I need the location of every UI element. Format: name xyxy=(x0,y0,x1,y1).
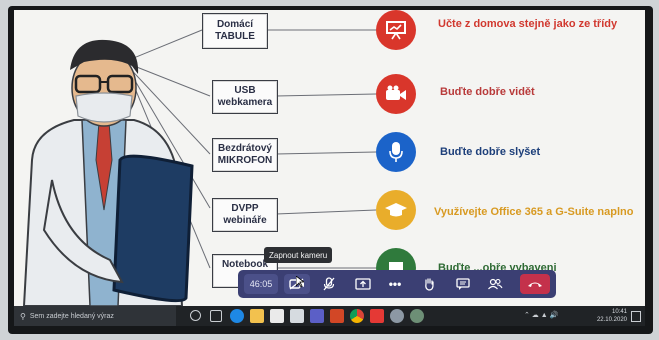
participants-icon[interactable] xyxy=(482,274,508,294)
meeting-toolbar: 46:05 ••• xyxy=(238,270,556,298)
powerpoint-icon[interactable] xyxy=(330,309,344,323)
task-view-icon[interactable] xyxy=(210,310,222,322)
share-screen-icon[interactable] xyxy=(350,274,376,294)
graduation-cap-icon xyxy=(376,190,416,230)
video-camera-icon xyxy=(376,74,416,114)
teams-icon[interactable] xyxy=(310,309,324,323)
chat-icon[interactable] xyxy=(450,274,476,294)
mic-off-icon[interactable] xyxy=(316,274,342,294)
file-explorer-icon[interactable] xyxy=(250,309,264,323)
mail-icon[interactable] xyxy=(290,309,304,323)
tray-icons[interactable]: ⌃ ☁ ▲ 🔊 xyxy=(524,311,558,319)
row-text-webinars: Využívejte Office 365 a G-Suite naplno xyxy=(434,206,634,218)
row-text-whiteboard: Učte z domova stejně jako ze třídy xyxy=(438,18,618,30)
presentation-screen: Domácí TABULE Učte z domova stejně jako … xyxy=(14,10,645,306)
app-icon-green[interactable] xyxy=(410,309,424,323)
taskbar-search[interactable]: ⚲ Sem zadejte hledaný výraz xyxy=(14,306,176,326)
notifications-icon[interactable] xyxy=(631,311,641,322)
chrome-icon[interactable] xyxy=(350,309,364,323)
store-icon[interactable] xyxy=(270,309,284,323)
label-box-usb-webcam: USB webkamera xyxy=(212,80,278,114)
teacher-illustration xyxy=(22,39,194,306)
app-icon-grey[interactable] xyxy=(390,309,404,323)
hang-up-icon[interactable] xyxy=(520,274,550,294)
clock-date: 22.10.2020 xyxy=(596,317,627,323)
search-placeholder: Sem zadejte hledaný výraz xyxy=(29,312,114,320)
clock-time: 10:41 xyxy=(611,309,627,315)
camera-tooltip: Zapnout kameru xyxy=(264,247,333,263)
label-box-wireless-mic: Bezdrátový MIKROFON xyxy=(212,138,278,172)
app-icon-red[interactable] xyxy=(370,309,384,323)
cortana-icon[interactable] xyxy=(190,310,201,321)
label-box-dvpp-webinars: DVPP webináře xyxy=(212,198,278,232)
whiteboard-icon xyxy=(376,10,416,50)
call-timer: 46:05 xyxy=(244,274,278,294)
mouse-cursor-icon xyxy=(296,276,304,288)
taskbar-clock[interactable]: 10:41 22.10.2020 xyxy=(597,308,627,324)
label-box-home-whiteboard: Domácí TABULE xyxy=(202,13,268,49)
microphone-icon xyxy=(376,132,416,172)
search-icon: ⚲ xyxy=(20,311,26,321)
row-text-microphone: Buďte dobře slyšet xyxy=(440,146,541,158)
raise-hand-icon[interactable] xyxy=(416,274,442,294)
more-options-icon[interactable]: ••• xyxy=(382,274,408,294)
windows-taskbar: ⚲ Sem zadejte hledaný výraz ⌃ ☁ ▲ 🔊 10:4… xyxy=(14,306,645,326)
row-text-webcam: Buďte dobře vidět xyxy=(440,86,535,98)
edge-icon[interactable] xyxy=(230,309,244,323)
